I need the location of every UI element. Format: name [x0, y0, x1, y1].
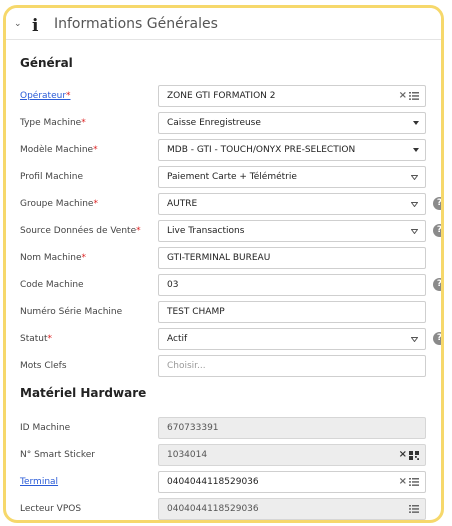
field-id-machine: ID Machine 670733391 — [6, 417, 441, 439]
smart-sticker-value: 1034014 — [167, 450, 208, 460]
operateur-label[interactable]: Opérateur* — [20, 85, 71, 107]
caret-down-outline-icon[interactable] — [410, 173, 419, 181]
lecteur-vpos-value: 0404044118529036 — [167, 504, 259, 514]
terminal-select[interactable]: 0404044118529036 × — [158, 471, 426, 493]
field-smart-sticker: N° Smart Sticker 1034014 × — [6, 444, 441, 466]
section-title-hardware: Matériel Hardware — [20, 386, 147, 400]
informations-generales-panel: ⌄ i Informations Générales Général Opéra… — [3, 5, 444, 523]
list-icon[interactable] — [409, 505, 419, 513]
type-machine-value: Caisse Enregistreuse — [167, 118, 261, 128]
field-source-donnees: Source Données de Vente* Live Transactio… — [6, 220, 441, 242]
profil-machine-value: Paiement Carte + Télémétrie — [167, 172, 297, 182]
field-terminal: Terminal 0404044118529036 × — [6, 471, 441, 493]
field-nom-machine: Nom Machine* GTI-TERMINAL BUREAU — [6, 247, 441, 269]
caret-down-outline-icon[interactable] — [410, 200, 419, 208]
help-icon[interactable]: ? — [433, 278, 441, 291]
mots-clefs-input[interactable]: Choisir... — [158, 355, 426, 377]
mots-clefs-placeholder: Choisir... — [167, 361, 206, 371]
terminal-value: 0404044118529036 — [167, 477, 259, 487]
type-machine-select[interactable]: Caisse Enregistreuse — [158, 112, 426, 134]
list-icon[interactable] — [409, 478, 419, 486]
caret-down-outline-icon[interactable] — [410, 335, 419, 343]
modele-machine-label: Modèle Machine* — [20, 145, 98, 155]
caret-down-icon[interactable] — [413, 148, 419, 152]
help-icon[interactable]: ? — [433, 224, 441, 237]
operateur-select[interactable]: ZONE GTI FORMATION 2 × — [158, 85, 426, 107]
groupe-machine-select[interactable]: AUTRE — [158, 193, 426, 215]
source-donnees-value: Live Transactions — [167, 226, 245, 236]
numero-serie-input[interactable]: TEST CHAMP — [158, 301, 426, 323]
code-machine-input[interactable]: 03 — [158, 274, 426, 296]
type-machine-label: Type Machine* — [20, 118, 86, 128]
help-icon[interactable]: ? — [433, 332, 441, 345]
clear-icon[interactable]: × — [399, 445, 407, 465]
field-mots-clefs: Mots Clefs Choisir... — [6, 355, 441, 377]
statut-value: Actif — [167, 334, 188, 344]
profil-machine-label: Profil Machine — [20, 172, 83, 182]
field-modele-machine: Modèle Machine* MDB - GTI - TOUCH/ONYX P… — [6, 139, 441, 161]
terminal-label[interactable]: Terminal — [20, 471, 58, 493]
qr-code-icon[interactable] — [409, 450, 419, 460]
operateur-value: ZONE GTI FORMATION 2 — [167, 91, 276, 101]
field-lecteur-vpos: Lecteur VPOS 0404044118529036 — [6, 498, 441, 520]
caret-down-outline-icon[interactable] — [410, 227, 419, 235]
profil-machine-select[interactable]: Paiement Carte + Télémétrie — [158, 166, 426, 188]
field-profil-machine: Profil Machine Paiement Carte + Télémétr… — [6, 166, 441, 188]
lecteur-vpos-input[interactable]: 0404044118529036 — [158, 498, 426, 520]
smart-sticker-input[interactable]: 1034014 × — [158, 444, 426, 466]
nom-machine-input[interactable]: GTI-TERMINAL BUREAU — [158, 247, 426, 269]
source-donnees-select[interactable]: Live Transactions — [158, 220, 426, 242]
field-code-machine: Code Machine 03 ? — [6, 274, 441, 296]
numero-serie-label: Numéro Série Machine — [20, 307, 123, 317]
clear-icon[interactable]: × — [399, 472, 407, 492]
field-operateur: Opérateur* ZONE GTI FORMATION 2 × — [6, 85, 441, 107]
source-donnees-label: Source Données de Vente* — [20, 226, 141, 236]
modele-machine-value: MDB - GTI - TOUCH/ONYX PRE-SELECTION — [167, 145, 356, 155]
clear-icon[interactable]: × — [399, 86, 407, 106]
caret-down-icon[interactable] — [413, 121, 419, 125]
section-title-general: Général — [20, 56, 73, 70]
statut-label: Statut* — [20, 334, 53, 344]
statut-select[interactable]: Actif — [158, 328, 426, 350]
field-type-machine: Type Machine* Caisse Enregistreuse — [6, 112, 441, 134]
field-numero-serie: Numéro Série Machine TEST CHAMP — [6, 301, 441, 323]
id-machine-label: ID Machine — [20, 423, 71, 433]
help-icon[interactable]: ? — [433, 197, 441, 210]
list-icon[interactable] — [409, 92, 419, 100]
groupe-machine-value: AUTRE — [167, 199, 198, 209]
field-groupe-machine: Groupe Machine* AUTRE ? — [6, 193, 441, 215]
groupe-machine-label: Groupe Machine* — [20, 199, 98, 209]
mots-clefs-label: Mots Clefs — [20, 361, 67, 371]
field-statut: Statut* Actif ? — [6, 328, 441, 350]
id-machine-input: 670733391 — [158, 417, 426, 439]
panel-title: Informations Générales — [54, 15, 218, 32]
code-machine-label: Code Machine — [20, 280, 84, 290]
panel-header[interactable]: ⌄ i Informations Générales — [6, 8, 441, 40]
lecteur-vpos-label: Lecteur VPOS — [20, 504, 82, 514]
info-icon: i — [32, 15, 39, 36]
chevron-down-icon[interactable]: ⌄ — [14, 19, 28, 29]
smart-sticker-label: N° Smart Sticker — [20, 450, 95, 460]
modele-machine-select[interactable]: MDB - GTI - TOUCH/ONYX PRE-SELECTION — [158, 139, 426, 161]
nom-machine-label: Nom Machine* — [20, 253, 87, 263]
